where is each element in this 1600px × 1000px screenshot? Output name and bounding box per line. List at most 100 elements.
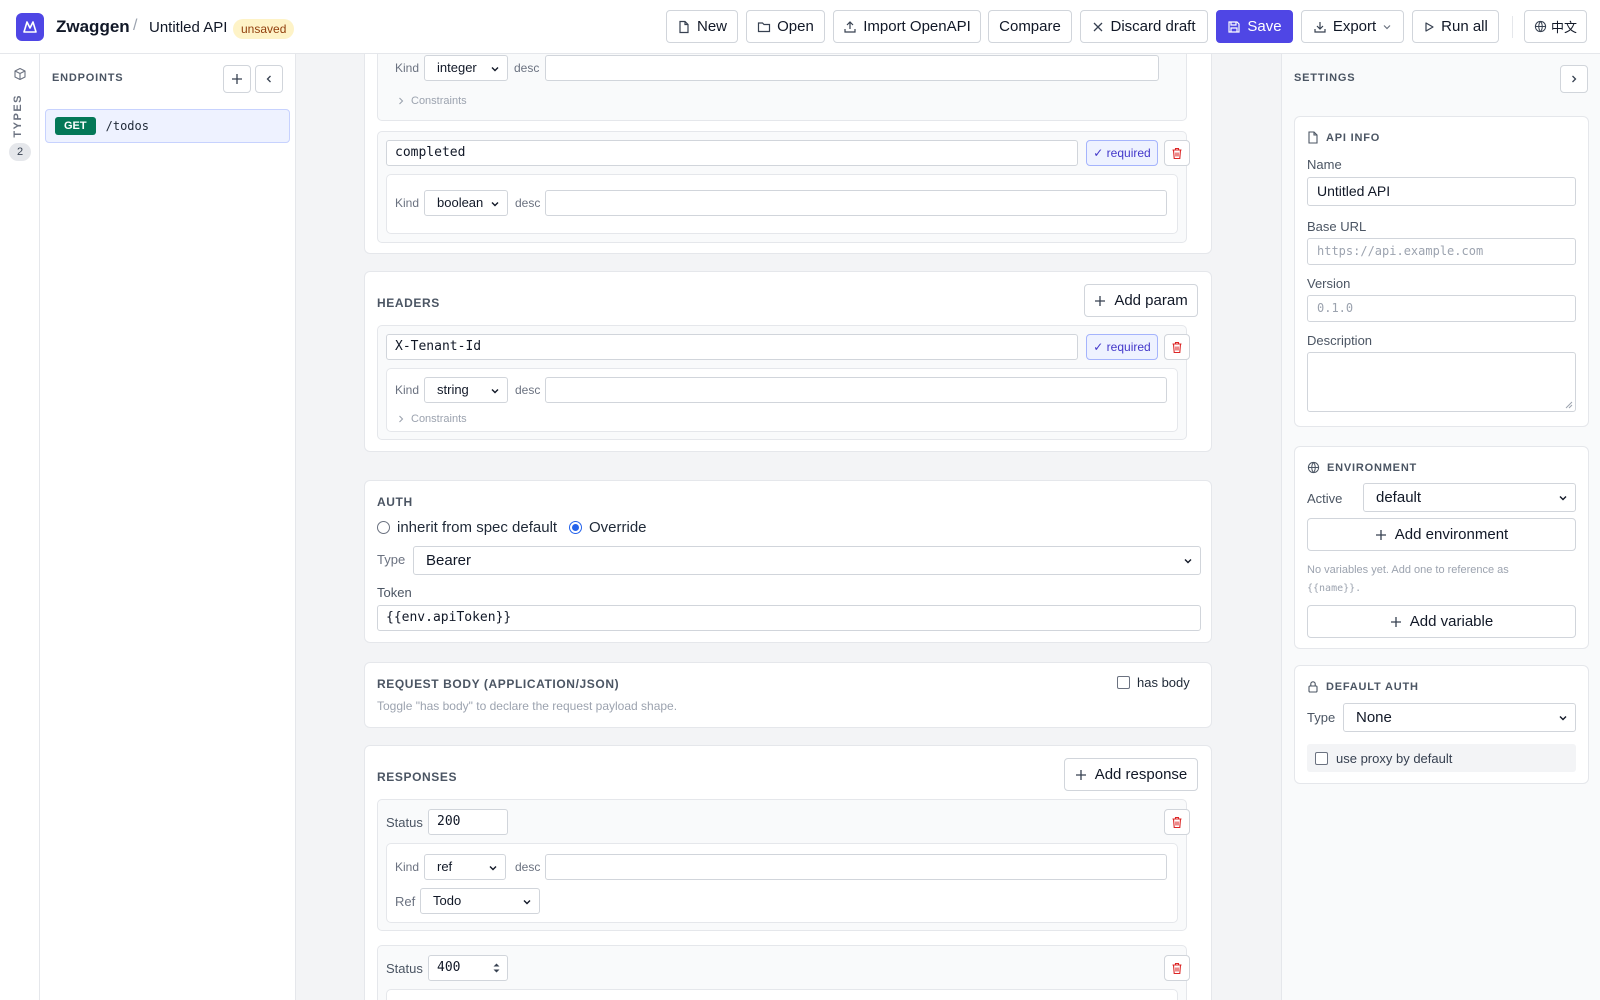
collapse-sidebar-button[interactable]: [255, 65, 283, 93]
run-all-button[interactable]: Run all: [1412, 10, 1499, 43]
add-param-label: Add param: [1114, 292, 1188, 309]
field-name-input[interactable]: completed: [386, 140, 1078, 166]
resize-handle-icon[interactable]: [1565, 401, 1573, 409]
kind-select[interactable]: ref: [424, 854, 506, 880]
open-button[interactable]: Open: [746, 10, 825, 43]
globe-icon: [1307, 461, 1320, 474]
api-info-title-text: API INFO: [1326, 131, 1381, 144]
header-param-row: X-Tenant-Id ✓ required Kind string desc …: [377, 325, 1190, 440]
desc-input[interactable]: [545, 377, 1167, 403]
add-response-button[interactable]: Add response: [1064, 758, 1198, 791]
token-input[interactable]: {{env.apiToken}}: [377, 605, 1201, 631]
new-button[interactable]: New: [666, 10, 738, 43]
required-toggle[interactable]: ✓ required: [1086, 140, 1158, 166]
add-param-button[interactable]: Add param: [1084, 284, 1198, 317]
upload-icon: [844, 20, 856, 33]
ref-select[interactable]: Todo: [420, 888, 540, 914]
kind-select[interactable]: integer: [424, 55, 508, 81]
stepper-icon[interactable]: [492, 962, 501, 974]
endpoints-sidebar: ENDPOINTS GET /todos: [40, 54, 296, 1000]
app-name: Zwaggen: [56, 17, 130, 36]
lock-icon: [1308, 681, 1318, 693]
save-icon: [1228, 20, 1240, 33]
import-button-label: Import OpenAPI: [863, 18, 971, 35]
play-icon: [1425, 21, 1434, 32]
export-button[interactable]: Export: [1301, 10, 1404, 43]
status-input[interactable]: 200: [428, 809, 508, 835]
settings-panel: SETTINGS API INFO Name Untitled API Base…: [1281, 54, 1600, 1000]
api-name[interactable]: Untitled API: [149, 19, 227, 36]
discard-button-label: Discard draft: [1110, 18, 1196, 35]
kind-select[interactable]: string: [424, 377, 508, 403]
new-button-label: New: [696, 18, 727, 35]
version-label: Version: [1307, 276, 1351, 291]
auth-type-select[interactable]: Bearer: [413, 546, 1201, 575]
auth-title: AUTH: [377, 495, 413, 509]
chevron-down-icon: [491, 389, 499, 394]
collapse-settings-button[interactable]: [1560, 65, 1588, 93]
save-button-label: Save: [1247, 18, 1282, 35]
base-url-input[interactable]: https://api.example.com: [1307, 238, 1576, 265]
desc-label: desc: [515, 860, 541, 874]
api-name-input[interactable]: Untitled API: [1307, 177, 1576, 206]
param-name-input[interactable]: X-Tenant-Id: [386, 334, 1078, 360]
add-variable-label: Add variable: [1409, 613, 1494, 630]
auth-override-radio[interactable]: Override: [569, 519, 647, 536]
language-label: 中文: [1550, 20, 1577, 35]
delete-response-button[interactable]: [1164, 809, 1190, 835]
add-environment-button[interactable]: Add environment: [1307, 518, 1576, 551]
default-auth-type-select[interactable]: None: [1343, 703, 1576, 732]
compare-button[interactable]: Compare: [988, 10, 1072, 43]
auth-inherit-radio[interactable]: inherit from spec default: [377, 519, 557, 536]
checkbox: [1315, 751, 1328, 765]
desc-input[interactable]: [545, 55, 1159, 81]
app-logo-icon: [16, 13, 44, 41]
trash-icon: [1172, 341, 1182, 353]
responses-card: RESPONSES Add response Status 200 Kind r…: [364, 745, 1212, 1000]
kind-select[interactable]: boolean: [424, 190, 508, 216]
active-env-select[interactable]: default: [1363, 483, 1576, 512]
status-input[interactable]: 400: [428, 955, 508, 981]
version-input[interactable]: 0.1.0: [1307, 295, 1576, 322]
desc-label: desc: [515, 383, 541, 397]
save-button[interactable]: Save: [1216, 10, 1293, 43]
run-all-button-label: Run all: [1441, 18, 1488, 35]
delete-field-button[interactable]: [1164, 140, 1190, 166]
default-auth-type-value: None: [1356, 709, 1392, 726]
responses-title: RESPONSES: [377, 770, 458, 784]
desc-input[interactable]: [545, 190, 1167, 216]
types-rail[interactable]: TYPES 2: [0, 54, 40, 1000]
use-proxy-checkbox[interactable]: use proxy by default: [1307, 744, 1576, 772]
auth-type-value: Bearer: [426, 552, 472, 569]
add-endpoint-button[interactable]: [223, 65, 251, 93]
endpoint-editor: Kind integer desc Constraints completed …: [297, 54, 1281, 1000]
constraints-toggle[interactable]: Constraints: [397, 413, 467, 425]
has-body-checkbox[interactable]: has body: [1117, 675, 1190, 690]
required-toggle[interactable]: ✓ required: [1086, 334, 1158, 360]
auth-type-label: Type: [377, 552, 406, 567]
fields-card: Kind integer desc Constraints completed …: [364, 54, 1212, 254]
chevron-right-icon: [399, 415, 404, 423]
import-openapi-button[interactable]: Import OpenAPI: [833, 10, 981, 43]
endpoint-item[interactable]: GET /todos: [45, 109, 290, 143]
desc-input[interactable]: [545, 854, 1167, 880]
breadcrumb-separator: /: [133, 17, 138, 34]
open-button-label: Open: [777, 18, 814, 35]
request-body-hint: Toggle "has body" to declare the request…: [377, 699, 678, 713]
discard-draft-button[interactable]: Discard draft: [1080, 10, 1208, 43]
kind-label: Kind: [395, 383, 420, 397]
auth-override-label: Override: [589, 519, 647, 536]
description-textarea[interactable]: [1307, 352, 1576, 412]
language-button[interactable]: 中文: [1524, 10, 1587, 43]
status-label: Status: [386, 961, 423, 976]
use-proxy-label: use proxy by default: [1336, 750, 1453, 766]
plus-icon: [1075, 769, 1086, 780]
file-icon: [679, 20, 689, 33]
add-variable-button[interactable]: Add variable: [1307, 605, 1576, 638]
delete-response-button[interactable]: [1164, 955, 1190, 981]
constraints-toggle[interactable]: Constraints: [397, 95, 467, 107]
unsaved-badge: unsaved: [233, 19, 295, 39]
close-icon: [1094, 22, 1103, 31]
trash-icon: [1172, 962, 1182, 974]
delete-param-button[interactable]: [1164, 334, 1190, 360]
